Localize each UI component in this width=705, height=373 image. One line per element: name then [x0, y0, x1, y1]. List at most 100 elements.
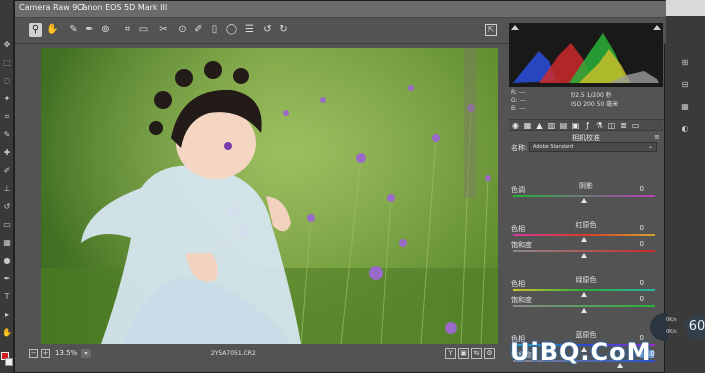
- split-toning-tab-icon[interactable]: ▤: [559, 121, 568, 130]
- blue-readout: B: ---: [511, 105, 526, 112]
- basic-tab-icon[interactable]: ◉: [511, 121, 520, 130]
- slider-value-input[interactable]: 0: [624, 224, 644, 232]
- zoom-out-button[interactable]: −: [29, 349, 38, 358]
- ps-right-header: [666, 0, 705, 16]
- download-speed: 0K/s: [666, 329, 677, 335]
- rotate-cw-icon[interactable]: ↻: [277, 23, 290, 37]
- graduated-filter-icon[interactable]: ▯: [208, 23, 221, 37]
- network-speed-widget[interactable]: 0K/s 0K/s 60: [650, 313, 705, 341]
- lasso-tool-icon[interactable]: ◌: [2, 76, 12, 86]
- type-tool-icon[interactable]: T: [2, 292, 12, 302]
- profile-select-value: Adobe Standard: [533, 144, 574, 150]
- targeted-adjust-icon[interactable]: ⊚: [99, 23, 112, 37]
- preview-settings-button[interactable]: ⚙: [484, 348, 495, 359]
- usage-percent: 60: [686, 315, 705, 339]
- slider-thumb[interactable]: [581, 237, 587, 242]
- detail-tab-icon[interactable]: ▲: [535, 121, 544, 130]
- panel-icon-3[interactable]: ▦: [680, 102, 690, 112]
- marquee-tool-icon[interactable]: ⬚: [2, 58, 12, 68]
- move-tool-icon[interactable]: ✥: [2, 40, 12, 50]
- adjustment-brush-icon[interactable]: ✐: [192, 23, 205, 37]
- zoom-icon[interactable]: ⚲: [29, 23, 42, 37]
- highlight-clipping-icon[interactable]: [653, 25, 661, 30]
- background-color-swatch[interactable]: [5, 358, 13, 366]
- color-sampler-icon[interactable]: ✒: [83, 23, 96, 37]
- history-brush-icon[interactable]: ↺: [2, 202, 12, 212]
- fullscreen-toggle-icon[interactable]: ⇱: [485, 24, 497, 36]
- rotate-ccw-icon[interactable]: ↺: [261, 23, 274, 37]
- red-eye-icon[interactable]: ⊙: [176, 23, 189, 37]
- slider-thumb[interactable]: [581, 253, 587, 258]
- slider-value-input[interactable]: 0: [624, 295, 644, 303]
- stamp-tool-icon[interactable]: ⊥: [2, 184, 12, 194]
- calibration-tab-icon[interactable]: ⚗: [595, 121, 604, 130]
- magic-wand-tool-icon[interactable]: ✦: [2, 94, 12, 104]
- chevron-down-icon: ⌄: [647, 143, 653, 150]
- brush-tool-icon[interactable]: ✐: [2, 166, 12, 176]
- slider-value-input[interactable]: 0: [624, 185, 644, 193]
- preview-status-bar: − + 13.5% ▾ 2Y5A7051.CR2 Y ▣ ⇆ ⚙: [15, 348, 507, 362]
- green-readout: G: ---: [511, 97, 527, 104]
- slider-track[interactable]: [513, 289, 655, 291]
- crop-tool-icon[interactable]: ⌗: [2, 112, 12, 122]
- slider-label: 饱和度: [511, 296, 532, 304]
- slider-track[interactable]: [513, 305, 655, 307]
- panel-menu-icon[interactable]: ≡: [654, 133, 660, 141]
- zoom-in-button[interactable]: +: [41, 349, 50, 358]
- slider-track[interactable]: [513, 234, 655, 236]
- slider-track[interactable]: [513, 195, 655, 197]
- path-select-icon[interactable]: ▸: [2, 310, 12, 320]
- snapshots-tab-icon[interactable]: ≣: [619, 121, 628, 130]
- hand-tool-icon[interactable]: ✋: [2, 328, 12, 338]
- panel-icon-4[interactable]: ◐: [680, 124, 690, 134]
- panel-icon-2[interactable]: ⊟: [680, 80, 690, 90]
- exif-info: f/2.5 1/200 秒 ISO 200 50 毫米: [571, 91, 618, 109]
- photo-image: [41, 48, 498, 344]
- lens-tab-icon[interactable]: ▣: [571, 121, 580, 130]
- before-after-button[interactable]: ▣: [458, 348, 469, 359]
- zoom-dropdown[interactable]: ▾: [81, 349, 91, 358]
- eraser-tool-icon[interactable]: ▭: [2, 220, 12, 230]
- slider-track[interactable]: [513, 250, 655, 252]
- photo-preview[interactable]: [41, 48, 498, 344]
- profile-name-label: 名称:: [511, 144, 528, 152]
- tone-curve-tab-icon[interactable]: ▦: [523, 121, 532, 130]
- radial-filter-icon[interactable]: ◯: [225, 23, 238, 37]
- rgb-readout: R: --- G: --- B: ---: [511, 89, 526, 113]
- slider-thumb[interactable]: [581, 308, 587, 313]
- preferences-icon[interactable]: ☰: [243, 23, 256, 37]
- view-toggle-button[interactable]: Y: [445, 348, 456, 359]
- panel-icon[interactable]: ⊞: [680, 58, 690, 68]
- healing-tool-icon[interactable]: ✚: [2, 148, 12, 158]
- gradient-tool-icon[interactable]: ▦: [2, 238, 12, 248]
- slider-thumb[interactable]: [581, 292, 587, 297]
- straighten-icon[interactable]: ▭: [137, 23, 150, 37]
- file-name: 2Y5A7051.CR2: [211, 350, 256, 357]
- histogram: [509, 23, 663, 87]
- zoom-level: 13.5%: [55, 349, 78, 357]
- adjustments-panel: R: --- G: --- B: --- f/2.5 1/200 秒 ISO 2…: [509, 23, 664, 373]
- snapshot-tab-icon[interactable]: ▭: [631, 121, 640, 130]
- spot-removal-icon[interactable]: ✂: [157, 23, 170, 37]
- slider-label: 色相: [511, 225, 525, 233]
- white-balance-icon[interactable]: ✎: [67, 23, 80, 37]
- profile-select[interactable]: Adobe Standard ⌄: [529, 142, 657, 152]
- panel-tab-bar: ◉ ▦ ▲ ▥ ▤ ▣ ƒ ⚗ ◫ ≣ ▭: [509, 119, 663, 131]
- pen-tool-icon[interactable]: ✒: [2, 274, 12, 284]
- slider-value-input[interactable]: 0: [624, 279, 644, 287]
- app-title: Camera Raw 9.7: [19, 3, 86, 12]
- crop-icon[interactable]: ⌗: [121, 23, 134, 37]
- effects-tab-icon[interactable]: ƒ: [583, 121, 592, 130]
- slider-thumb[interactable]: [581, 198, 587, 203]
- shadow-clipping-icon[interactable]: [511, 25, 519, 30]
- slider-label: 色调: [511, 186, 525, 194]
- hand-icon[interactable]: ✋: [46, 23, 59, 37]
- swap-settings-button[interactable]: ⇆: [471, 348, 482, 359]
- camera-raw-dialog: Camera Raw 9.7 Canon EOS 5D Mark III ⚲ ✋…: [14, 0, 671, 373]
- hsl-tab-icon[interactable]: ▥: [547, 121, 556, 130]
- slider-value-input[interactable]: 0: [624, 240, 644, 248]
- title-bar[interactable]: Camera Raw 9.7 Canon EOS 5D Mark III: [15, 1, 666, 18]
- presets-tab-icon[interactable]: ◫: [607, 121, 616, 130]
- dodge-tool-icon[interactable]: ●: [2, 256, 12, 266]
- eyedropper-tool-icon[interactable]: ✎: [2, 130, 12, 140]
